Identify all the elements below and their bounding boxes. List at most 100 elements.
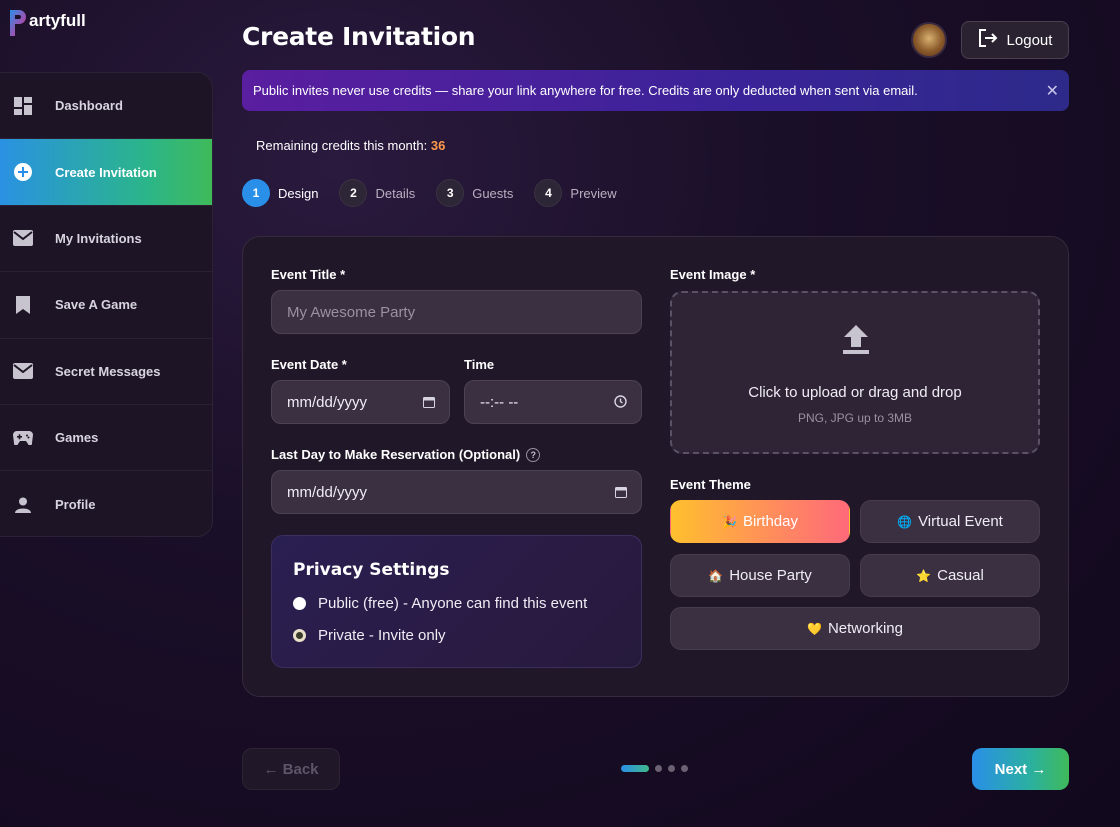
logo-icon (8, 8, 28, 36)
privacy-settings-panel: Privacy Settings Public (free) - Anyone … (271, 535, 642, 668)
sidebar-item-create-invitation[interactable]: Create Invitation (0, 139, 212, 206)
radio-button[interactable] (293, 629, 306, 642)
step-preview[interactable]: 4 Preview (534, 179, 617, 207)
event-title-label: Event Title * (271, 267, 346, 282)
upload-instructions: Click to upload or drag and drop (748, 384, 962, 401)
progress-dot (681, 765, 688, 772)
info-banner: Public invites never use credits — share… (242, 70, 1069, 111)
logout-label: Logout (1006, 31, 1053, 49)
sidebar-item-save-a-game[interactable]: Save A Game (0, 272, 212, 339)
theme-label: House Party (729, 567, 812, 584)
sidebar-item-label: Secret Messages (55, 363, 161, 379)
step-guests[interactable]: 3 Guests (436, 179, 513, 207)
mail-icon (13, 361, 33, 381)
upload-icon (843, 325, 869, 360)
step-progress-dots (621, 765, 688, 772)
sidebar: Dashboard Create Invitation My Invitatio… (0, 72, 213, 537)
theme-label: Virtual Event (918, 513, 1003, 530)
step-number: 2 (339, 179, 368, 207)
theme-label: Casual (937, 567, 984, 584)
event-title-input[interactable]: My Awesome Party (271, 290, 642, 334)
design-form-card: Event Title * My Awesome Party Event Dat… (242, 236, 1069, 697)
bookmark-icon (13, 295, 33, 315)
sidebar-item-label: Profile (55, 497, 96, 513)
theme-virtual-event-button[interactable]: 🌐 Virtual Event (860, 500, 1040, 543)
event-theme-label: Event Theme (670, 477, 751, 492)
step-number: 4 (534, 179, 563, 207)
privacy-option-private[interactable]: Private - Invite only (293, 627, 446, 644)
theme-casual-button[interactable]: ⭐ Casual (860, 554, 1040, 597)
step-label: Preview (570, 185, 617, 201)
sidebar-item-label: My Invitations (55, 230, 142, 246)
clock-icon[interactable] (614, 395, 627, 412)
star-icon: ⭐ (916, 568, 932, 583)
sidebar-item-my-invitations[interactable]: My Invitations (0, 206, 212, 273)
progress-dot (655, 765, 662, 772)
privacy-title: Privacy Settings (293, 560, 450, 580)
credits-label: Remaining credits this month: (256, 138, 428, 153)
step-label: Details (375, 185, 416, 201)
logout-button[interactable]: Logout (961, 21, 1069, 59)
party-icon: 🎉 (722, 514, 737, 529)
sidebar-item-dashboard[interactable]: Dashboard (0, 73, 212, 140)
next-button[interactable]: Next → (972, 748, 1069, 790)
house-icon: 🏠 (708, 568, 724, 583)
sidebar-item-label: Games (55, 430, 99, 446)
credits-value: 36 (430, 138, 446, 153)
calendar-icon[interactable] (615, 485, 627, 502)
theme-birthday-button[interactable]: 🎉 Birthday (670, 500, 850, 543)
dashboard-icon (13, 96, 33, 116)
event-image-label: Event Image * (670, 267, 756, 282)
plus-circle-icon (13, 162, 33, 182)
last-day-input[interactable]: mm/dd/yyyy (271, 470, 642, 514)
step-label: Guests (472, 185, 514, 201)
event-date-value: mm/dd/yyyy (287, 393, 368, 411)
time-input[interactable]: --:-- -- (464, 380, 642, 424)
brand-name: artyfull (29, 11, 86, 30)
privacy-option-label: Private - Invite only (318, 627, 446, 644)
heart-icon: 💛 (807, 621, 822, 636)
privacy-option-public[interactable]: Public (free) - Anyone can find this eve… (293, 595, 587, 612)
step-number: 1 (242, 179, 270, 207)
sidebar-item-label: Dashboard (55, 98, 123, 114)
event-date-label: Event Date * (271, 357, 347, 372)
mail-icon (13, 228, 33, 248)
radio-button[interactable] (293, 597, 306, 610)
last-day-label-text: Last Day to Make Reservation (Optional) (271, 447, 521, 462)
avatar[interactable] (911, 22, 947, 58)
step-label: Design (278, 185, 319, 201)
step-number: 3 (436, 179, 465, 207)
event-title-placeholder: My Awesome Party (287, 303, 416, 321)
back-button[interactable]: ← Back (242, 748, 340, 790)
close-icon[interactable]: ✕ (1046, 81, 1059, 101)
event-date-input[interactable]: mm/dd/yyyy (271, 380, 450, 424)
sidebar-item-label: Save A Game (55, 297, 138, 313)
image-upload-dropzone[interactable]: Click to upload or drag and drop PNG, JP… (670, 291, 1040, 454)
credits-remaining: Remaining credits this month: 36 (256, 138, 445, 153)
sidebar-item-label: Create Invitation (55, 164, 157, 180)
privacy-option-label: Public (free) - Anyone can find this eve… (318, 595, 588, 612)
gamepad-icon (13, 428, 33, 448)
theme-label: Networking (827, 620, 903, 637)
step-details[interactable]: 2 Details (339, 179, 415, 207)
calendar-icon[interactable] (423, 395, 435, 412)
theme-house-party-button[interactable]: 🏠 House Party (670, 554, 850, 597)
logout-icon (978, 29, 998, 51)
step-design[interactable]: 1 Design (242, 179, 318, 207)
page-title: Create Invitation (242, 22, 476, 51)
upload-file-hint: PNG, JPG up to 3MB (797, 411, 913, 425)
progress-dot-active (621, 765, 649, 772)
banner-text: Public invites never use credits — share… (253, 83, 918, 98)
brand-logo[interactable]: artyfull (8, 8, 86, 36)
sidebar-item-secret-messages[interactable]: Secret Messages (0, 339, 212, 405)
progress-dot (668, 765, 675, 772)
step-indicator: 1 Design 2 Details 3 Guests 4 Preview (242, 179, 638, 207)
theme-networking-button[interactable]: 💛 Networking (670, 607, 1040, 650)
globe-icon: 🌐 (897, 514, 913, 529)
theme-label: Birthday (742, 513, 798, 530)
last-day-label: Last Day to Make Reservation (Optional)? (271, 447, 541, 462)
sidebar-item-profile[interactable]: Profile (0, 471, 212, 536)
help-icon[interactable]: ? (526, 448, 541, 462)
time-label: Time (464, 357, 495, 372)
sidebar-item-games[interactable]: Games (0, 405, 212, 472)
